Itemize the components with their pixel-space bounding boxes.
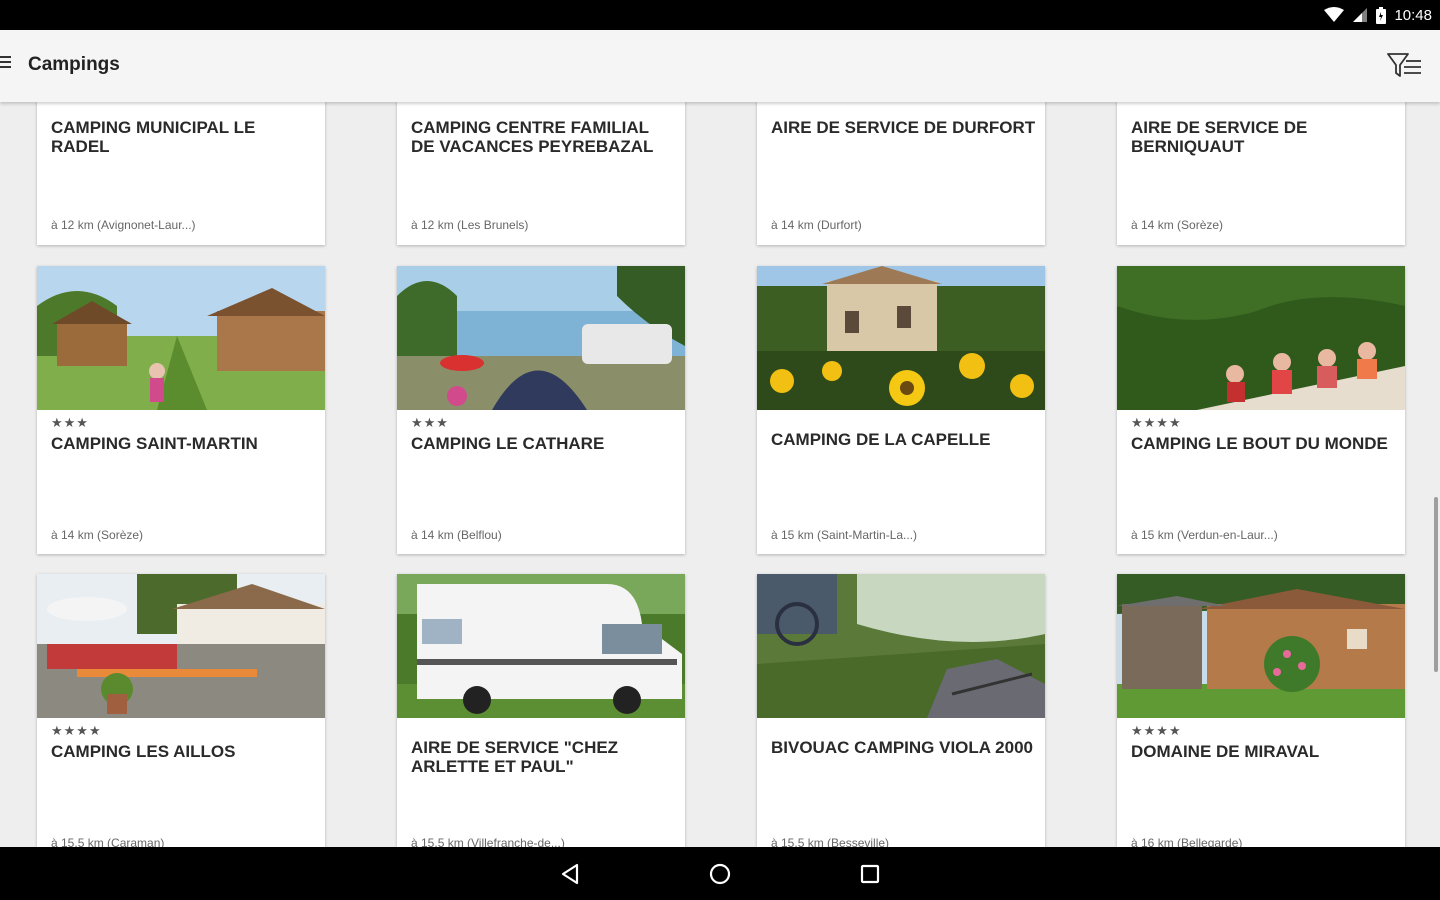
campsite-card[interactable]: ★★★★ CAMPING LES AILLOS à 15.5 km (Caram… [37,574,325,847]
star-rating: ★★★★ [51,723,102,738]
battery-icon [1376,6,1387,24]
campsite-name: AIRE DE SERVICE "CHEZ ARLETTE ET PAUL" [411,738,619,776]
campsite-distance: à 15 km (Verdun-en-Laur...) [1131,528,1278,542]
campsite-card[interactable]: ★★★★ DOMAINE DE MIRAVAL à 16 km (Bellega… [1117,574,1405,847]
campsite-name: CAMPING SAINT-MARTIN [51,434,258,453]
campsite-name: CAMPING LES AILLOS [51,742,236,761]
campsite-distance: à 16 km (Bellegarde) [1131,836,1243,847]
campsite-distance: à 15.5 km (Villefranche-de...) [411,836,565,847]
status-bar: 10:48 [0,0,1440,30]
campsite-card[interactable]: CAMPING DE LA CAPELLE à 15 km (Saint-Mar… [757,266,1045,554]
campsite-name: CAMPING DE LA CAPELLE [771,430,991,449]
campsite-photo [397,574,685,718]
campsite-name: BIVOUAC CAMPING VIOLA 2000 [771,738,1033,757]
campsite-distance: à 14 km (Durfort) [771,218,862,232]
scrollbar[interactable] [1434,497,1438,672]
app-bar: Campings [0,30,1440,102]
campsite-name: CAMPING MUNICIPAL LE RADEL [51,118,256,156]
star-rating: ★★★★ [1131,415,1182,430]
campsite-card[interactable]: ★★★★ CAMPING LE BOUT DU MONDE à 15 km (V… [1117,266,1405,554]
campsite-name: AIRE DE SERVICE DE DURFORT [771,118,1036,137]
recents-button[interactable] [850,854,890,894]
campsite-photo [37,266,325,410]
campsite-distance: à 12 km (Avignonet-Laur...) [51,218,196,232]
status-time: 10:48 [1394,6,1432,24]
campsite-card[interactable]: CAMPING CENTRE FAMILIAL DE VACANCES PEYR… [397,102,685,245]
campsite-distance: à 14 km (Sorèze) [1131,218,1224,232]
campsite-name: CAMPING LE CATHARE [411,434,605,453]
recents-icon [860,864,880,883]
star-rating: ★★★ [51,415,89,430]
campsite-card[interactable]: AIRE DE SERVICE "CHEZ ARLETTE ET PAUL" à… [397,574,685,847]
page-title: Campings [28,54,120,75]
campsite-distance: à 15.5 km (Besseville) [771,836,890,847]
campsite-card[interactable]: CAMPING MUNICIPAL LE RADEL à 12 km (Avig… [37,102,325,245]
campsite-name: DOMAINE DE MIRAVAL [1131,742,1320,761]
menu-icon[interactable] [0,56,14,76]
filter-button[interactable] [1386,50,1424,82]
campsite-card[interactable]: AIRE DE SERVICE DE BERNIQUAUT à 14 km (S… [1117,102,1405,245]
campsite-card[interactable]: ★★★ CAMPING LE CATHARE à 14 km (Belflou) [397,266,685,554]
back-icon [561,863,579,884]
campsite-distance: à 15 km (Saint-Martin-La...) [771,528,918,542]
campsite-distance: à 15.5 km (Caraman) [51,836,165,847]
campsite-distance: à 14 km (Sorèze) [51,528,144,542]
campsite-name: AIRE DE SERVICE DE BERNIQUAUT [1131,118,1308,156]
filter-icon [1387,53,1421,77]
back-button[interactable] [550,854,590,894]
signal-icon [1353,8,1368,22]
campsite-name: CAMPING LE BOUT DU MONDE [1131,434,1388,453]
star-rating: ★★★★ [1131,723,1182,738]
home-icon [709,863,731,884]
campsite-photo [397,266,685,410]
campsite-distance: à 14 km (Belflou) [411,528,502,542]
wifi-icon [1324,7,1345,22]
campsite-photo [1117,574,1405,718]
campsite-name: CAMPING CENTRE FAMILIAL DE VACANCES PEYR… [411,118,654,156]
campsite-photo [757,266,1045,410]
navigation-bar [0,847,1440,900]
campsite-card[interactable]: ★★★ CAMPING SAINT-MARTIN à 14 km (Sorèze… [37,266,325,554]
campsite-card[interactable]: AIRE DE SERVICE DE DURFORT à 14 km (Durf… [757,102,1045,245]
campsite-card[interactable]: BIVOUAC CAMPING VIOLA 2000 à 15.5 km (Be… [757,574,1045,847]
home-button[interactable] [700,854,740,894]
campsite-grid: CAMPING MUNICIPAL LE RADEL à 12 km (Avig… [0,102,1440,847]
campsite-photo [1117,266,1405,410]
star-rating: ★★★ [411,415,449,430]
campsite-distance: à 12 km (Les Brunels) [411,218,529,232]
campsite-photo [757,574,1045,718]
campsite-photo [37,574,325,718]
